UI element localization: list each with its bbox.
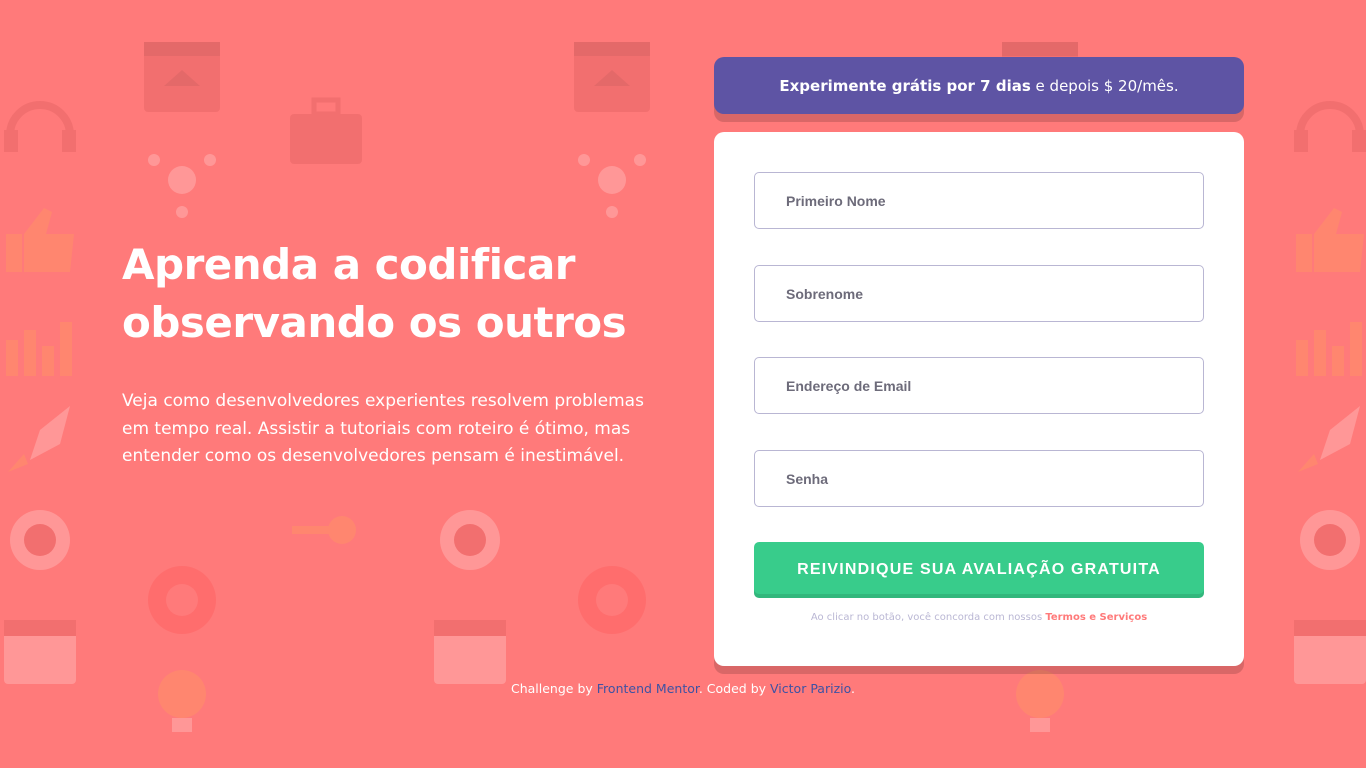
calendar-icon [1294, 620, 1366, 684]
browser-icon [574, 42, 650, 112]
browser-icon [144, 42, 220, 112]
globe-icon [10, 510, 70, 570]
bar-chart-icon [6, 322, 72, 376]
key-icon [292, 516, 356, 544]
terms-link[interactable]: Termos e Serviços [1045, 612, 1147, 623]
hero-description: Veja como desenvolvedores experientes re… [122, 391, 644, 466]
email-field-wrapper [754, 357, 1204, 414]
globe-icon [440, 510, 500, 570]
claim-free-trial-button[interactable]: REIVINDIQUE SUA AVALIAÇÃO GRATUITA [754, 542, 1204, 598]
rocket-icon [1298, 406, 1360, 472]
promo-rest-text: e depois $ 20/mês. [1035, 76, 1179, 95]
attribution-middle: . Coded by [698, 681, 767, 696]
hero-title-line-2: observando os outros [122, 298, 627, 347]
hero-title-line-1: Aprenda a codificar [122, 240, 576, 289]
first-name-field-wrapper [754, 172, 1204, 229]
thumbs-up-icon [1296, 208, 1364, 272]
network-icon [148, 154, 216, 218]
bar-chart-icon [1296, 322, 1362, 376]
last-name-input[interactable] [755, 266, 1203, 321]
lightbulb-icon [1016, 670, 1064, 732]
author-link[interactable]: Victor Parizio [770, 681, 851, 696]
password-input[interactable] [755, 451, 1203, 506]
last-name-field-wrapper [754, 265, 1204, 322]
calendar-icon [434, 620, 506, 684]
thumbs-up-icon [6, 208, 74, 272]
terms-notice: Ao clicar no botão, você concorda com no… [714, 612, 1244, 623]
headset-icon [4, 101, 76, 152]
password-field-wrapper [754, 450, 1204, 507]
promo-bold-text: Experimente grátis por 7 dias [779, 76, 1031, 95]
hero-section: Aprenda a codificar observando os outros… [122, 236, 652, 471]
network-icon [578, 154, 646, 218]
email-input[interactable] [755, 358, 1203, 413]
promo-banner: Experimente grátis por 7 dias e depois $… [714, 57, 1244, 114]
rocket-icon [8, 406, 70, 472]
attribution: Challenge by Frontend Mentor. Coded by V… [0, 681, 1366, 696]
calendar-icon [4, 620, 76, 684]
first-name-input[interactable] [755, 173, 1203, 228]
globe-icon [1300, 510, 1360, 570]
attribution-prefix: Challenge by [510, 681, 593, 696]
lifebuoy-icon [578, 566, 646, 634]
terms-text: Ao clicar no botão, você concorda com no… [810, 612, 1043, 623]
hero-title: Aprenda a codificar observando os outros [122, 236, 652, 352]
lightbulb-icon [158, 670, 206, 732]
attribution-suffix: . [851, 681, 856, 696]
frontend-mentor-link[interactable]: Frontend Mentor [597, 681, 699, 696]
signup-form: REIVINDIQUE SUA AVALIAÇÃO GRATUITA Ao cl… [714, 132, 1244, 666]
lifebuoy-icon [148, 566, 216, 634]
toolbox-icon [290, 97, 362, 164]
headset-icon [1294, 101, 1366, 152]
